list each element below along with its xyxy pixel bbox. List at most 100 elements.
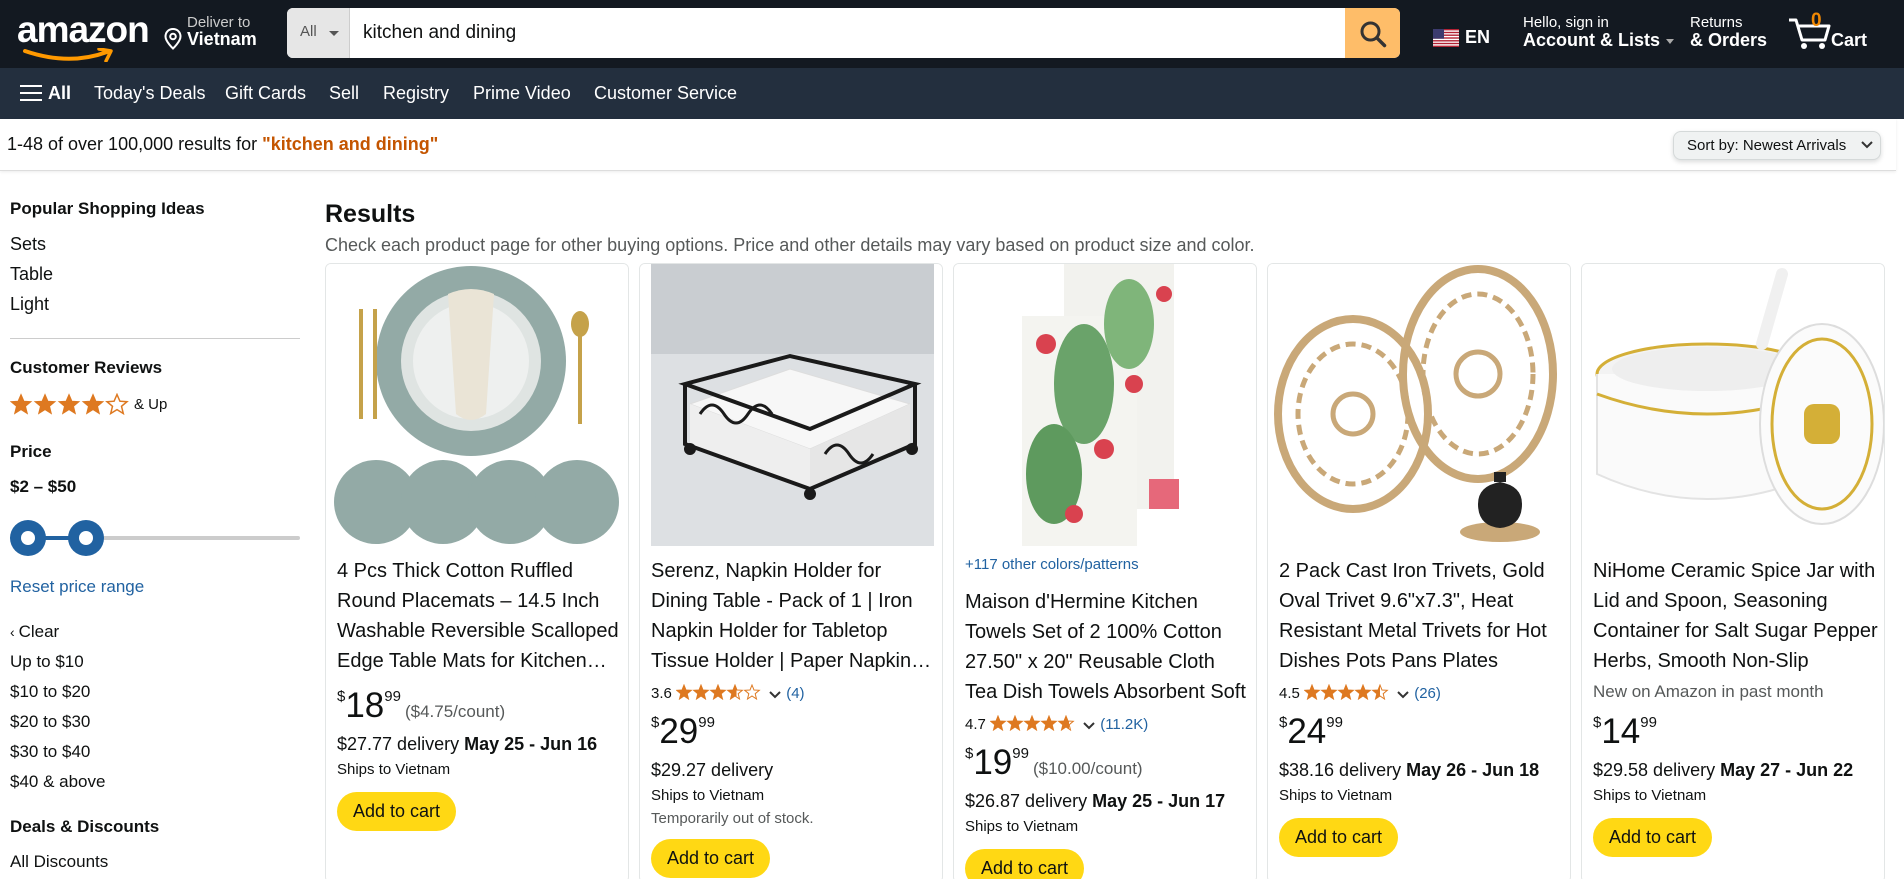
sort-dropdown[interactable]: Sort by: Newest Arrivals [1673, 131, 1881, 160]
rating-value: 4.7 [965, 716, 986, 733]
price-whole: 29 [659, 712, 699, 751]
top-nav: amazon Deliver to Vietnam All kitchen an… [0, 0, 1904, 68]
nav-sell[interactable]: Sell [329, 83, 359, 104]
search-input[interactable] [350, 8, 1333, 58]
cart-button[interactable]: 0 Cart [1787, 8, 1887, 58]
nav-todays-deals[interactable]: Today's Deals [94, 83, 206, 104]
price-fraction: 99 [698, 714, 715, 731]
product-rating[interactable]: 4.7 (11.2K) [965, 714, 1251, 733]
product-rating[interactable]: 4.5 (26) [1279, 683, 1565, 702]
product-info: NiHome Ceramic Spice Jar with Lid and Sp… [1593, 556, 1879, 857]
delivery-info: $38.16 delivery May 26 - Jun 18 [1279, 760, 1565, 781]
price-whole: 18 [345, 686, 385, 725]
amazon-logo[interactable]: amazon [17, 9, 150, 62]
delivery-cost: $26.87 delivery [965, 791, 1093, 811]
rating-count: (11.2K) [1100, 716, 1149, 733]
all-discounts-link[interactable]: All Discounts [10, 852, 108, 872]
spice-jar-image [1582, 264, 1884, 546]
popular-heading: Popular Shopping Ideas [10, 199, 205, 218]
rating-star [1371, 683, 1389, 701]
product-title-link[interactable]: 4 Pcs Thick Cotton Ruffled Round Placema… [337, 556, 623, 676]
napkin-holder-image [640, 264, 942, 546]
price-range-value: $2 – $50 [10, 477, 77, 496]
new-on-amazon-badge: New on Amazon in past month [1593, 682, 1824, 701]
all-menu-label: All [48, 83, 72, 103]
search-icon [1360, 21, 1387, 48]
price-filter-10-20[interactable]: $10 to $20 [10, 682, 90, 702]
logo-text: amazon [17, 9, 150, 50]
popular-sets[interactable]: Sets [10, 234, 46, 255]
product-info: Serenz, Napkin Holder for Dining Table -… [651, 556, 937, 878]
deliver-country: Vietnam [187, 29, 257, 49]
product-card: 2 Pack Cast Iron Trivets, Gold Oval Triv… [1267, 263, 1571, 879]
product-title-link[interactable]: 2 Pack Cast Iron Trivets, Gold Oval Triv… [1279, 556, 1565, 676]
product-title-link[interactable]: Serenz, Napkin Holder for Dining Table -… [651, 556, 937, 676]
price-slider-min-handle[interactable] [10, 520, 46, 556]
add-to-cart-button[interactable]: Add to cart [1279, 818, 1399, 857]
product-image-napkin-holder[interactable] [640, 264, 942, 546]
product-title-link[interactable]: NiHome Ceramic Spice Jar with Lid and Sp… [1593, 556, 1879, 676]
nav-prime-video[interactable]: Prime Video [473, 83, 571, 104]
cart-count: 0 [1811, 10, 1822, 31]
price-filter-up-to-10[interactable]: Up to $10 [10, 652, 84, 672]
chevron-down-icon [1397, 691, 1409, 699]
divider [10, 338, 300, 339]
popular-table[interactable]: Table [10, 264, 53, 285]
price-slider-max-handle[interactable] [68, 520, 104, 556]
search-submit-button[interactable] [1345, 8, 1400, 58]
cart-label: Cart [1831, 30, 1868, 50]
price-filter-30-40[interactable]: $30 to $40 [10, 742, 90, 762]
all-menu-button[interactable]: All [20, 83, 71, 104]
popular-light[interactable]: Light [10, 294, 49, 315]
rating-star [1320, 683, 1338, 701]
price-filter-20-30[interactable]: $20 to $30 [10, 712, 90, 732]
price-whole: 14 [1601, 712, 1641, 751]
product-image-spice-jar[interactable] [1582, 264, 1884, 546]
delivery-cost: $27.77 delivery [337, 734, 465, 754]
rating-star [1303, 683, 1321, 701]
rating-star [692, 683, 710, 701]
other-colors-link[interactable]: +117 other colors/patterns [965, 556, 1251, 573]
caret-down-icon [329, 31, 339, 36]
delivery-date: May 26 - Jun 18 [1406, 760, 1540, 780]
product-image-placemats[interactable] [326, 264, 628, 546]
price-filter-40-above[interactable]: $40 & above [10, 772, 105, 792]
account-lists: Account & Lists [1523, 30, 1675, 51]
nav-customer-service[interactable]: Customer Service [594, 83, 737, 104]
add-to-cart-button[interactable]: Add to cart [337, 792, 457, 831]
product-image-kitchen-towels[interactable] [954, 264, 1256, 546]
delivery-date: May 25 - Jun 17 [1092, 791, 1226, 811]
chevron-down-icon [1861, 141, 1873, 149]
returns-label: Returns [1690, 14, 1743, 31]
amazon-search-page: amazon Deliver to Vietnam All kitchen an… [0, 0, 1904, 879]
chevron-down-icon [1083, 722, 1095, 730]
product-image-trivets[interactable] [1268, 264, 1570, 546]
delivery-date: May 27 - Jun 22 [1720, 760, 1854, 780]
delivery-date: May 25 - Jun 16 [464, 734, 598, 754]
cart-icon [1789, 18, 1831, 49]
add-to-cart-button[interactable]: Add to cart [651, 839, 771, 878]
results-heading: Results [325, 200, 416, 228]
rating-star [1057, 714, 1075, 732]
rating-count: (4) [786, 685, 805, 702]
rating-star [989, 714, 1007, 732]
rating-star [1354, 683, 1372, 701]
rating-star [726, 683, 744, 701]
smile-arrow-icon [23, 48, 113, 62]
placemats-image [326, 264, 628, 546]
reset-price-range-link[interactable]: Reset price range [10, 577, 144, 597]
product-price: $2499 [1279, 712, 1565, 752]
clear-price-link[interactable]: ‹ Clear [10, 622, 59, 642]
clear-label: Clear [18, 622, 60, 641]
search-category-select[interactable]: All [287, 8, 350, 58]
rating-star [709, 683, 727, 701]
add-to-cart-button[interactable]: Add to cart [965, 849, 1085, 879]
four-stars-and-up-icon[interactable] [10, 393, 130, 417]
nav-registry[interactable]: Registry [383, 83, 449, 104]
product-rating[interactable]: 3.6 (4) [651, 683, 937, 702]
add-to-cart-button[interactable]: Add to cart [1593, 818, 1713, 857]
account-greeting: Hello, sign in [1523, 14, 1609, 31]
product-info: 4 Pcs Thick Cotton Ruffled Round Placema… [337, 556, 623, 831]
nav-gift-cards[interactable]: Gift Cards [225, 83, 306, 104]
product-title-link[interactable]: Maison d'Hermine Kitchen Towels Set of 2… [965, 587, 1251, 707]
